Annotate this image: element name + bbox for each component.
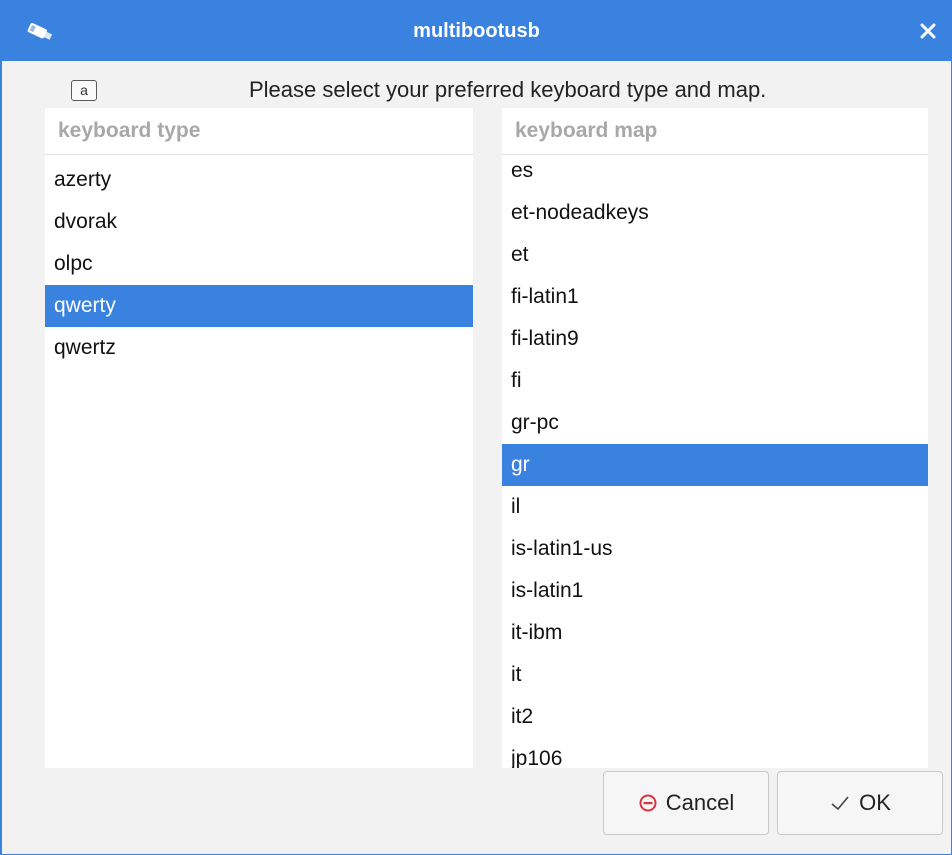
cancel-button[interactable]: Cancel [603, 771, 769, 835]
list-item[interactable]: et [502, 234, 928, 276]
ok-button-label: OK [859, 790, 891, 815]
list-item[interactable]: is-latin1 [502, 570, 928, 612]
list-item[interactable]: es [502, 150, 928, 192]
list-item[interactable]: it [502, 654, 928, 696]
list-item-label: qwertz [54, 336, 116, 359]
list-item-label: dvorak [54, 210, 118, 233]
list-item-label: es [511, 159, 534, 182]
close-icon[interactable] [919, 22, 937, 40]
keyboard-map-list[interactable]: keyboard map es et-nodeadkeys et fi-latin1 f… [502, 108, 928, 768]
list-item-label: fi [511, 369, 522, 392]
ok-button[interactable]: OK [777, 771, 943, 835]
list-item-label: fi-latin9 [511, 327, 579, 350]
list-item-label: olpc [54, 252, 93, 275]
list-item[interactable]: et-nodeadkeys [502, 192, 928, 234]
list-item-label: azerty [54, 168, 112, 191]
dialog-window: multibootusb a Please select your prefer… [0, 0, 952, 855]
list-item-label: et [511, 243, 529, 266]
list-item[interactable]: qwerty [45, 285, 473, 327]
list-item[interactable]: fi-latin9 [502, 318, 928, 360]
list-item-label: et-nodeadkeys [511, 201, 649, 224]
list-item-label: qwerty [54, 294, 116, 317]
list-item[interactable]: olpc [45, 243, 473, 285]
prompt-text: Please select your preferred keyboard ty… [249, 77, 767, 102]
list-item-label: is-latin1-us [511, 537, 613, 560]
keyboard-type-list[interactable]: keyboard type azerty dvorak olpc qwerty qwer… [45, 108, 473, 768]
list-item[interactable]: jp106 [502, 738, 928, 768]
keyboard-map-header-label: keyboard map [515, 119, 658, 142]
keyboard-icon: a [71, 80, 97, 101]
cancel-button-label: Cancel [665, 790, 735, 815]
list-item[interactable]: azerty [45, 159, 473, 201]
list-item-label: it2 [511, 705, 534, 728]
keyboard-type-header[interactable]: keyboard type [45, 108, 473, 155]
list-item[interactable]: fi-latin1 [502, 276, 928, 318]
list-item-label: gr [511, 453, 530, 476]
list-item[interactable]: gr [502, 444, 928, 486]
list-item[interactable]: qwertz [45, 327, 473, 369]
list-item[interactable]: gr-pc [502, 402, 928, 444]
list-item[interactable]: il [502, 486, 928, 528]
list-item[interactable]: fi [502, 360, 928, 402]
list-item[interactable]: is-latin1-us [502, 528, 928, 570]
cancel-icon [639, 794, 657, 812]
keyboard-map-header[interactable]: keyboard map [502, 108, 928, 155]
list-item-label: jp106 [511, 747, 563, 768]
title-bar: multibootusb [0, 0, 952, 61]
window-title: multibootusb [413, 20, 540, 42]
keyboard-type-header-label: keyboard type [58, 119, 201, 142]
list-item-label: gr-pc [511, 411, 559, 434]
list-item-label: fi-latin1 [511, 285, 579, 308]
list-item[interactable]: dvorak [45, 201, 473, 243]
checkmark-icon [831, 796, 849, 811]
list-item-label: il [511, 495, 521, 518]
list-item-label: is-latin1 [511, 579, 584, 602]
list-item[interactable]: it2 [502, 696, 928, 738]
list-item[interactable]: it-ibm [502, 612, 928, 654]
list-item-label: it-ibm [511, 621, 563, 644]
list-item-label: it [511, 663, 522, 686]
